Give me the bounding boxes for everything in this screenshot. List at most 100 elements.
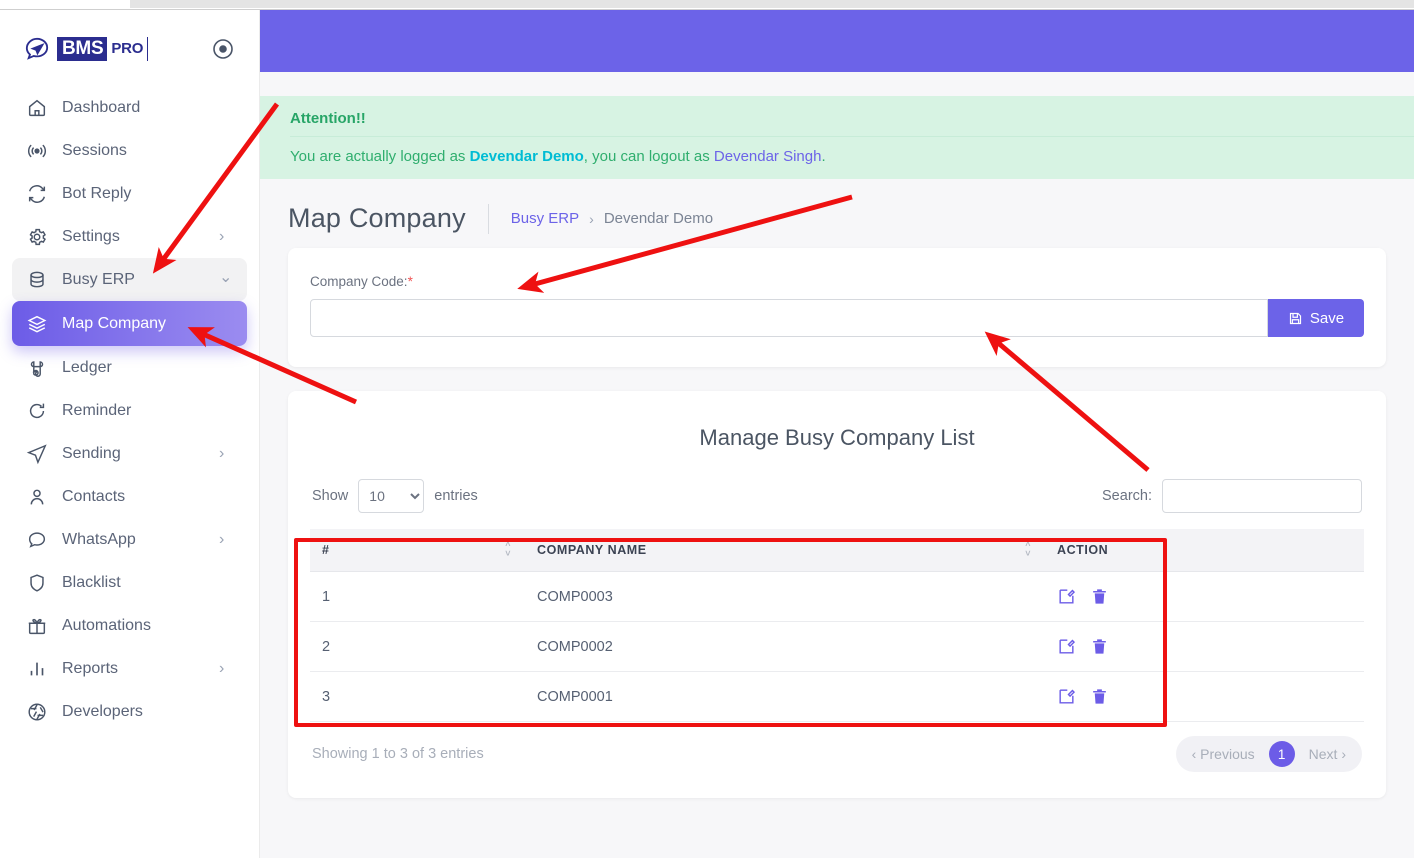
company-code-input[interactable] <box>310 299 1268 337</box>
sidebar-item-label: Busy ERP <box>62 270 135 288</box>
sidebar-item-whatsapp[interactable]: WhatsApp › <box>12 518 247 561</box>
sidebar-item-contacts[interactable]: Contacts <box>12 475 247 518</box>
pagination-previous-label: Previous <box>1200 746 1255 762</box>
brand-logo[interactable]: BMS PRO <box>24 36 149 62</box>
chevron-right-icon: › <box>219 659 225 677</box>
sidebar-submenu-busy-erp: Map Company Ledger Reminder <box>12 301 247 432</box>
layers-icon <box>27 315 47 333</box>
table-footer: Showing 1 to 3 of 3 entries ‹ Previous 1… <box>310 722 1364 772</box>
chevron-right-icon: › <box>219 444 225 462</box>
home-icon <box>28 99 46 116</box>
sidebar-item-label: Dashboard <box>62 98 141 116</box>
sidebar-item-label: WhatsApp <box>62 530 136 548</box>
save-button-label: Save <box>1309 309 1345 327</box>
company-code-label: Company Code:* <box>310 274 1364 289</box>
bar-chart-icon <box>30 662 44 675</box>
brand-wordmark: BMS PRO <box>57 37 149 61</box>
alert-logged-user: Devendar Demo <box>469 148 584 165</box>
broadcast-icon <box>27 144 47 157</box>
sidebar-item-developers[interactable]: Developers <box>12 690 247 733</box>
sidebar-item-sessions[interactable]: Sessions <box>12 129 247 172</box>
highlight-company-table <box>294 538 1167 727</box>
company-code-input-row: Save <box>310 299 1364 337</box>
sidebar-item-label: Sessions <box>62 141 127 159</box>
sidebar-item-label: Blacklist <box>62 573 121 591</box>
alert-text-after: . <box>821 148 826 165</box>
sidebar-item-label: Contacts <box>62 487 126 505</box>
breadcrumb-parent-link[interactable]: Busy ERP <box>511 210 579 227</box>
alert-text-before: You are actually logged as <box>290 148 470 165</box>
database-icon <box>30 271 44 287</box>
sidebar-item-automations[interactable]: Automations <box>12 604 247 647</box>
required-asterisk: * <box>407 274 413 289</box>
search-input[interactable] <box>1162 479 1362 513</box>
brand-name-secondary: PRO <box>107 37 148 61</box>
sidebar-item-label: Settings <box>62 227 120 245</box>
chat-icon <box>28 531 46 548</box>
page-length-control: Show 10 25 50 100 entries <box>312 479 478 513</box>
main-content: Attention!! You are actually logged as D… <box>260 72 1414 858</box>
sidebar-item-label: Sending <box>62 444 121 462</box>
page-length-select[interactable]: 10 25 50 100 <box>358 479 425 513</box>
save-button[interactable]: Save <box>1268 299 1364 337</box>
sidebar-item-settings[interactable]: Settings › <box>12 215 247 258</box>
rotate-icon <box>29 403 45 418</box>
sidebar-item-map-company[interactable]: Map Company <box>12 301 247 346</box>
user-icon <box>30 489 44 504</box>
top-app-bar <box>260 10 1414 72</box>
pagination-page-1[interactable]: 1 <box>1268 741 1295 767</box>
sidebar-item-sending[interactable]: Sending › <box>12 432 247 475</box>
sidebar-item-bot-reply[interactable]: Bot Reply <box>12 172 247 215</box>
search-label: Search: <box>1102 488 1152 504</box>
record-circle-icon[interactable] <box>211 37 235 61</box>
send-icon <box>26 443 47 464</box>
sidebar-item-label: Reminder <box>62 401 132 419</box>
entries-label: entries <box>434 488 478 504</box>
table-search: Search: <box>1102 479 1362 513</box>
app-root: BMS PRO Dashboard Sessions Bot Reply Set… <box>0 0 1414 858</box>
sidebar-item-label: Developers <box>62 702 143 720</box>
chevron-right-icon: › <box>219 227 225 245</box>
sidebar-item-dashboard[interactable]: Dashboard <box>12 86 247 129</box>
chevron-right-icon: › <box>589 210 594 227</box>
aperture-icon <box>28 702 46 721</box>
entries-info: Showing 1 to 3 of 3 entries <box>312 746 484 762</box>
sidebar-item-blacklist[interactable]: Blacklist <box>12 561 247 604</box>
attention-alert: Attention!! You are actually logged as D… <box>260 96 1414 179</box>
page-header: Map Company Busy ERP › Devendar Demo <box>260 179 1414 248</box>
pagination: ‹ Previous 1 Next › <box>1175 736 1362 772</box>
company-code-form-card: Company Code:* Save <box>288 248 1386 367</box>
sidebar-brand-row: BMS PRO <box>0 10 259 84</box>
floppy-save-icon <box>1289 312 1301 324</box>
company-code-label-text: Company Code: <box>310 274 408 289</box>
alert-logout-link[interactable]: Devendar Singh <box>714 148 822 165</box>
paper-plane-chat-icon <box>25 37 49 60</box>
sidebar-item-reports[interactable]: Reports › <box>12 647 247 690</box>
page-title: Map Company <box>288 203 466 233</box>
sidebar-item-label: Reports <box>62 659 119 677</box>
table-title: Manage Busy Company List <box>699 425 975 450</box>
refresh-icon <box>28 184 46 203</box>
alert-body: You are actually logged as Devendar Demo… <box>260 137 1414 167</box>
gear-icon <box>29 228 46 245</box>
pagination-previous[interactable]: ‹ Previous <box>1184 743 1263 765</box>
show-label: Show <box>312 488 349 504</box>
sidebar-item-label: Automations <box>62 616 151 634</box>
alert-title: Attention!! <box>290 110 366 127</box>
sidebar-item-ledger[interactable]: Ledger <box>12 346 247 389</box>
pagination-next[interactable]: Next › <box>1301 743 1354 765</box>
sidebar-item-busy-erp[interactable]: Busy ERP ⌄ <box>12 258 247 301</box>
shield-icon <box>30 573 44 592</box>
command-icon <box>30 360 44 377</box>
alert-text-middle: , you can logout as <box>583 148 714 165</box>
chevron-down-icon: ⌄ <box>219 268 233 286</box>
table-controls: Show 10 25 50 100 entries Search: <box>310 479 1364 529</box>
brand-name-primary: BMS <box>58 38 108 60</box>
sidebar-item-reminder[interactable]: Reminder <box>12 389 247 432</box>
sidebar: BMS PRO Dashboard Sessions Bot Reply Set… <box>0 10 260 858</box>
breadcrumb: Busy ERP › Devendar Demo <box>511 210 713 227</box>
pagination-next-label: Next <box>1308 746 1338 762</box>
breadcrumb-current: Devendar Demo <box>603 210 714 227</box>
sidebar-nav: Dashboard Sessions Bot Reply Settings › … <box>0 84 259 733</box>
gift-icon <box>28 618 46 634</box>
